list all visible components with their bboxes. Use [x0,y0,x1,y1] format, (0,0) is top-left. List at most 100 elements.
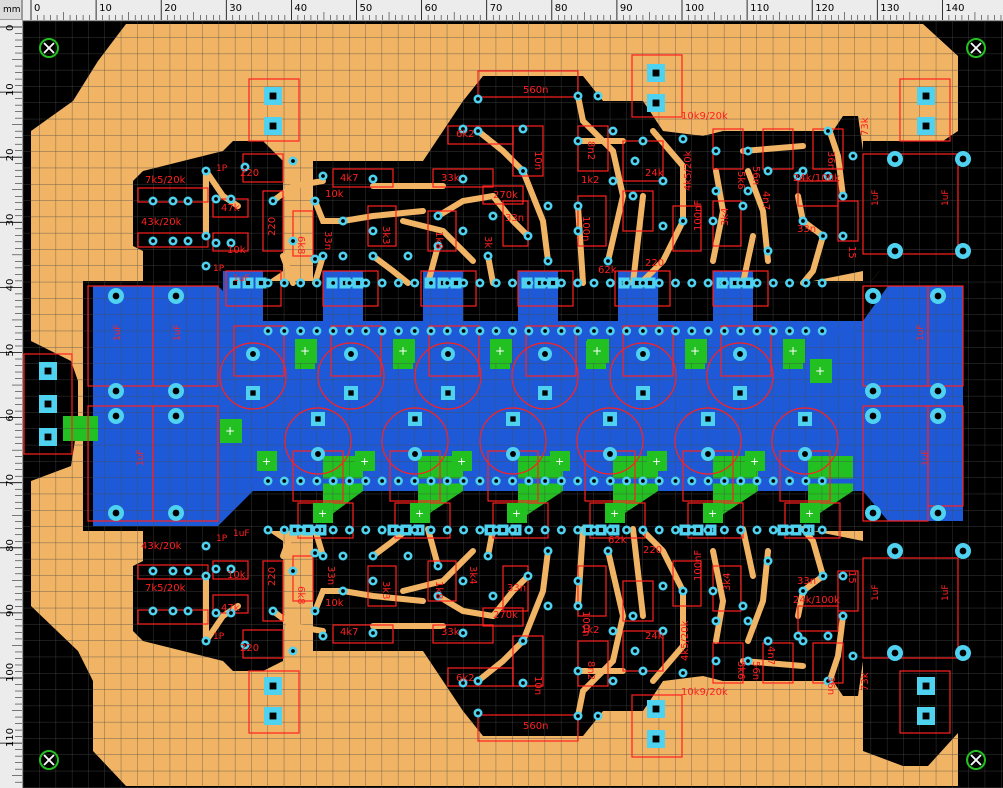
component-label: 6k8 [295,236,306,255]
pad-drill [624,329,629,333]
component-label: 3k [482,236,493,248]
plus-marker: + [708,507,717,520]
component-label: 5k6 [735,171,746,190]
ruler-label: 0 [34,3,40,14]
component-label: 1k8 [433,231,444,250]
pad-drill [575,329,580,333]
pad-drill [291,569,295,573]
pad-drill [266,528,270,532]
pad-drill [186,199,190,203]
component-label: 33n [507,583,526,594]
pad-drill [741,604,745,608]
pad-drill [575,281,580,285]
pad-drill [347,281,352,285]
pad-drill [172,387,180,395]
pad-drill [576,714,580,718]
pad-drill [575,479,580,483]
pad-drill [461,229,465,233]
pad-drill [313,609,317,613]
pad-drill [461,329,466,333]
pad-drill [151,239,155,243]
component-label: 33n [505,213,524,224]
pad-drill [820,479,825,483]
plus-marker: + [512,507,521,520]
component-label: 33n [325,566,336,585]
pad-drill [657,281,662,285]
pad-drill [922,92,930,100]
pad-drill [576,604,580,608]
component-label: 6k8 [295,586,306,605]
pad-drill [412,451,418,457]
pad-drill [269,712,277,720]
pad-drill [461,177,465,181]
pad-drill [851,154,855,158]
pad-drill [204,574,208,578]
pad-drill [291,159,295,163]
component-label: 24k [645,631,664,642]
pad-drill [478,281,482,285]
pad-drill [711,219,715,223]
pad-drill [461,479,466,483]
pad-drill [652,735,660,743]
pad-drill [494,281,499,285]
pad-drill [331,479,336,483]
component-label: 24k/100k [793,173,840,184]
pad-drill [959,247,967,255]
ruler-label: 110 [5,728,16,747]
pad-drill [396,479,401,483]
pad-drill [607,451,613,457]
component-label: 220 [267,567,278,586]
plus-marker: + [457,455,466,468]
pad-drill [801,589,805,593]
ruler-label: 130 [880,3,899,14]
plus-marker: + [495,344,505,358]
pad-drill [298,329,303,333]
pad-drill [681,219,685,223]
pad-drill [771,281,776,285]
component-label: 1P [216,534,228,544]
vertical-ruler[interactable]: 0 10 20 30 40 50 60 70 80 90 100 110 [0,0,23,788]
pad-drill [313,199,317,203]
pad-drill [214,611,218,615]
pad-drill [608,528,613,532]
pad-drill [689,528,694,532]
component-label: 73k [860,672,871,691]
pad-drill [214,567,218,571]
component-label: 33k [441,173,460,184]
pad-drill [891,547,899,555]
pad-drill [543,281,547,285]
pad-drill [494,329,499,333]
pad-drill [804,528,808,532]
pad-drill [681,137,685,141]
pad-drill [315,479,319,483]
plus-marker: + [225,424,235,438]
pad-drill [112,412,120,420]
pad-drill [44,433,52,441]
plus-marker: + [360,455,369,468]
pad-drill [510,281,515,285]
pcb-canvas[interactable]: + + + + + + + + + + + + + + + + + + + + 560n 6k2 10n 8n2 1k2 10k… [23,21,1003,788]
pad-drill [445,528,450,532]
component-label: 33k [441,627,460,638]
pad-drill [204,169,208,173]
horizontal-ruler[interactable]: 0 10 20 30 40 50 60 70 80 90 100 110 120 130 140 [0,0,1003,21]
pad-drill [282,329,287,333]
pad-drill [585,527,591,533]
pad-drill [640,351,646,357]
pad-drill [869,387,877,395]
pad-drill [214,241,218,245]
pad-drill [766,559,770,563]
component-label: 7k5/20k [145,583,186,594]
pad-drill [606,259,610,263]
pad-drill [576,229,580,233]
pad-drill [624,479,629,483]
component-label: 220 [643,545,662,556]
component-label: 1uF [941,584,951,601]
pad-drill [491,594,495,598]
pad-drill [738,329,743,333]
pad-drill [204,639,208,643]
component-label: 8n2 [585,141,596,160]
component-label: 8n2 [585,661,596,680]
pad-drill [641,669,645,673]
pad-drill [592,479,596,483]
